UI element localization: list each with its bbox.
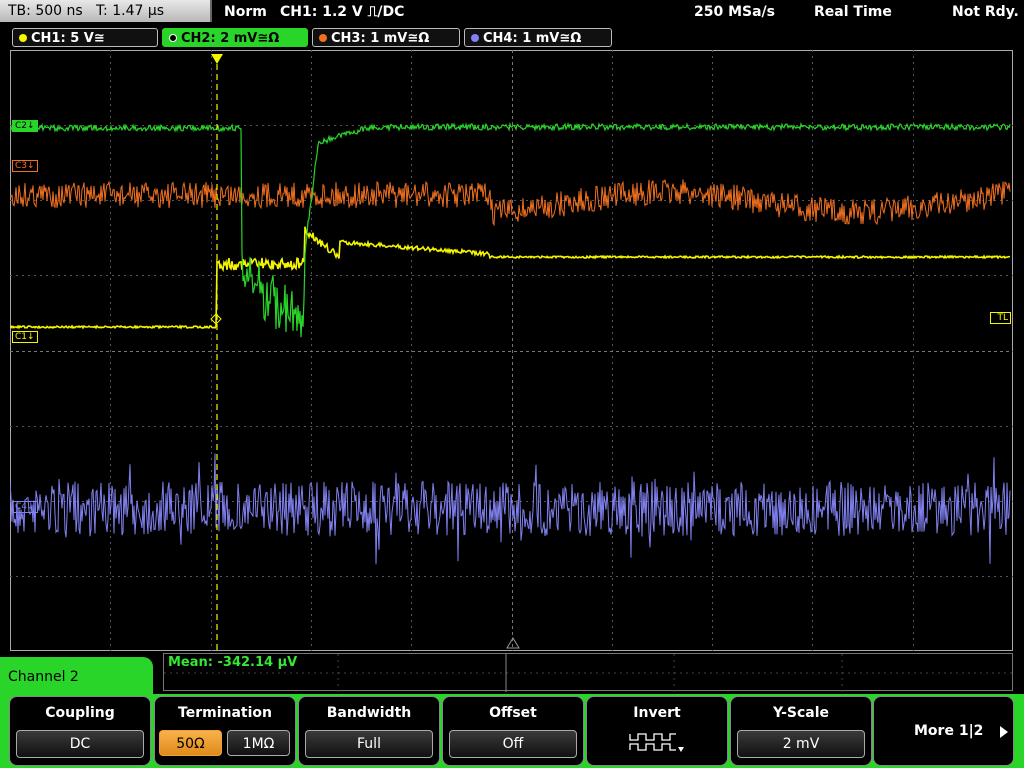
waveform-display[interactable]: C2↓ C3↓ C1↓ C4↓ TL xyxy=(10,50,1013,651)
arrow-right-icon xyxy=(1000,726,1008,738)
bandwidth-title: Bandwidth xyxy=(326,705,412,721)
c3-level-marker[interactable]: C3↓ xyxy=(12,160,38,172)
offset-title: Offset xyxy=(489,705,537,721)
status-bar: TB: 500 ns T: 1.47 µs Norm CH1: 1.2 V ⎍/… xyxy=(0,0,1024,24)
bandwidth-value[interactable]: Full xyxy=(305,730,433,758)
acquisition-mode: Real Time xyxy=(814,4,892,20)
termination-1mohm-option[interactable]: 1MΩ xyxy=(227,730,290,756)
tab-ch1[interactable]: CH1: 5 V≅ xyxy=(12,28,158,47)
ch4-dot-icon xyxy=(471,34,479,42)
c2-level-marker[interactable]: C2↓ xyxy=(12,120,38,132)
termination-softkey[interactable]: Termination 50Ω 1MΩ xyxy=(154,696,296,766)
trigger-mode[interactable]: Norm xyxy=(224,0,267,24)
more-label: More 1|2 xyxy=(914,723,984,739)
acquisition-state: Not Rdy. xyxy=(952,4,1019,20)
invert-softkey[interactable]: Invert xyxy=(586,696,728,766)
ch1-dot-icon xyxy=(19,34,27,42)
tab-ch2[interactable]: CH2: 2 mV≅Ω xyxy=(162,28,308,47)
ch2-dot-icon xyxy=(169,34,177,42)
trigger-source[interactable]: CH1: 1.2 V ⎍/DC xyxy=(280,0,404,24)
timebase-value: TB: 500 ns xyxy=(8,3,83,19)
yscale-value[interactable]: 2 mV xyxy=(737,730,865,758)
tab-ch3[interactable]: CH3: 1 mV≅Ω xyxy=(312,28,460,47)
tab-ch4[interactable]: CH4: 1 mV≅Ω xyxy=(464,28,612,47)
c1-marker-label: C1 xyxy=(15,332,28,342)
trigger-time-value: T: 1.47 µs xyxy=(96,3,165,19)
invert-title: Invert xyxy=(633,705,681,721)
yscale-title: Y-Scale xyxy=(772,705,829,721)
more-button[interactable]: More 1|2 xyxy=(873,696,1014,766)
mean-measurement: Mean: -342.14 µV xyxy=(168,655,298,670)
c4-marker-label: C4 xyxy=(15,502,28,512)
termination-50ohm-option[interactable]: 50Ω xyxy=(159,730,222,756)
ch3-label: CH3: 1 mV≅Ω xyxy=(331,31,430,46)
timebase-box[interactable]: TB: 500 ns T: 1.47 µs xyxy=(0,0,212,22)
c4-level-marker[interactable]: C4↓ xyxy=(12,501,38,513)
trigger-level-marker[interactable]: TL xyxy=(990,312,1011,324)
offset-softkey[interactable]: Offset Off xyxy=(442,696,584,766)
offset-value[interactable]: Off xyxy=(449,730,577,758)
sample-rate: 250 MSa/s xyxy=(694,4,776,20)
ch1-label: CH1: 5 V≅ xyxy=(31,31,105,46)
c3-marker-label: C3 xyxy=(15,161,28,171)
ch2-label: CH2: 2 mV≅Ω xyxy=(181,31,280,46)
yscale-softkey[interactable]: Y-Scale 2 mV xyxy=(730,696,872,766)
bandwidth-softkey[interactable]: Bandwidth Full xyxy=(298,696,440,766)
c1-level-marker[interactable]: C1↓ xyxy=(12,331,38,343)
waveform-canvas xyxy=(10,50,1013,651)
invert-waveform-icon xyxy=(629,733,684,752)
trigger-level-label: TL xyxy=(997,313,1008,323)
coupling-softkey[interactable]: Coupling DC xyxy=(9,696,151,766)
ch4-label: CH4: 1 mV≅Ω xyxy=(483,31,582,46)
coupling-value[interactable]: DC xyxy=(16,730,144,758)
c2-marker-label: C2 xyxy=(15,121,28,131)
termination-title: Termination xyxy=(178,705,272,721)
coupling-title: Coupling xyxy=(45,705,115,721)
ch3-dot-icon xyxy=(319,34,327,42)
